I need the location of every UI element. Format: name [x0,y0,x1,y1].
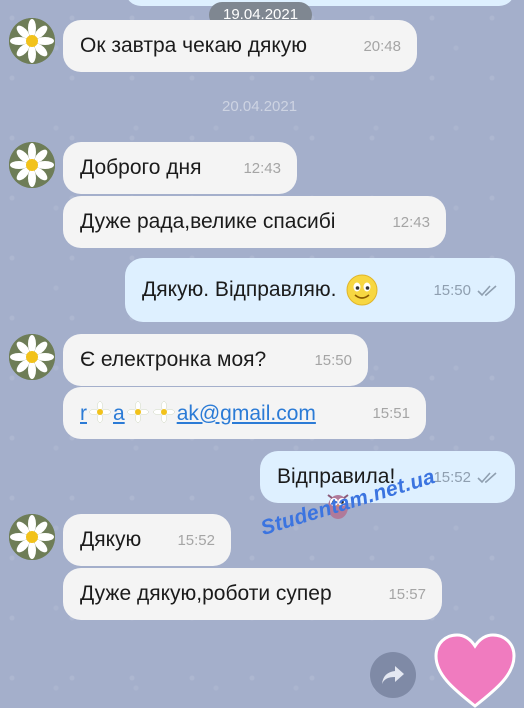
message-time: 15:50 [314,351,352,369]
share-arrow-icon[interactable] [370,652,416,698]
message-text: Дуже дякую,роботи супер [80,582,332,605]
message-text: Дякую [80,528,142,551]
message-text: Доброго дня [80,156,202,179]
message-bubble[interactable]: Дякую 15:52 [63,514,231,566]
heart-icon[interactable] [432,632,518,708]
email-part: ak@gmail.com [176,401,316,425]
email-part: r [80,401,87,425]
message-time: 15:51 [372,404,410,422]
message-time: 15:52 [177,531,215,549]
message-text: Ок завтра чекаю дякую [80,34,308,57]
daisy-avatar-icon[interactable] [9,18,55,64]
message-text: Дякую. Відправляю. [142,278,337,301]
message-time: 12:43 [392,213,430,231]
message-time: 20:48 [363,37,401,55]
daisy-avatar-icon[interactable] [9,142,55,188]
daisy-avatar-icon[interactable] [9,514,55,560]
message-bubble[interactable]: Є електронка моя? 15:50 [63,334,368,386]
daisy-avatar-icon[interactable] [9,334,55,380]
message-time: 15:57 [388,585,426,603]
message-bubble[interactable]: Ок завтра чекаю дякую 20:48 [63,20,417,72]
message-bubble[interactable]: Дуже дякую,роботи супер 15:57 [63,568,442,620]
partial-outgoing-bubble[interactable] [125,0,515,6]
smiley-emoji-icon [346,274,378,306]
message-time: 15:50 [433,281,471,299]
email-link[interactable]: r a ak@gmail.com [80,400,316,426]
daisy-emoji-icon [126,400,149,423]
daisy-emoji-icon [89,400,111,423]
message-bubble[interactable]: r a ak@gmail.com 15:51 [63,387,426,439]
email-part: a [113,401,125,425]
outgoing-message-bubble[interactable]: Дякую. Відправляю. 15:50 [125,258,515,322]
message-time: 12:43 [243,159,281,177]
double-check-icon [477,285,497,297]
daisy-emoji-icon [152,400,175,423]
message-bubble[interactable]: Дуже рада,велике спасибі 12:43 [63,196,446,248]
message-text: Є електронка моя? [80,348,267,371]
double-check-icon [477,472,497,484]
date-chip-second: 20.04.2021 [222,98,298,115]
message-bubble[interactable]: Доброго дня 12:43 [63,142,297,194]
message-text: Дуже рада,велике спасибі [80,210,336,233]
